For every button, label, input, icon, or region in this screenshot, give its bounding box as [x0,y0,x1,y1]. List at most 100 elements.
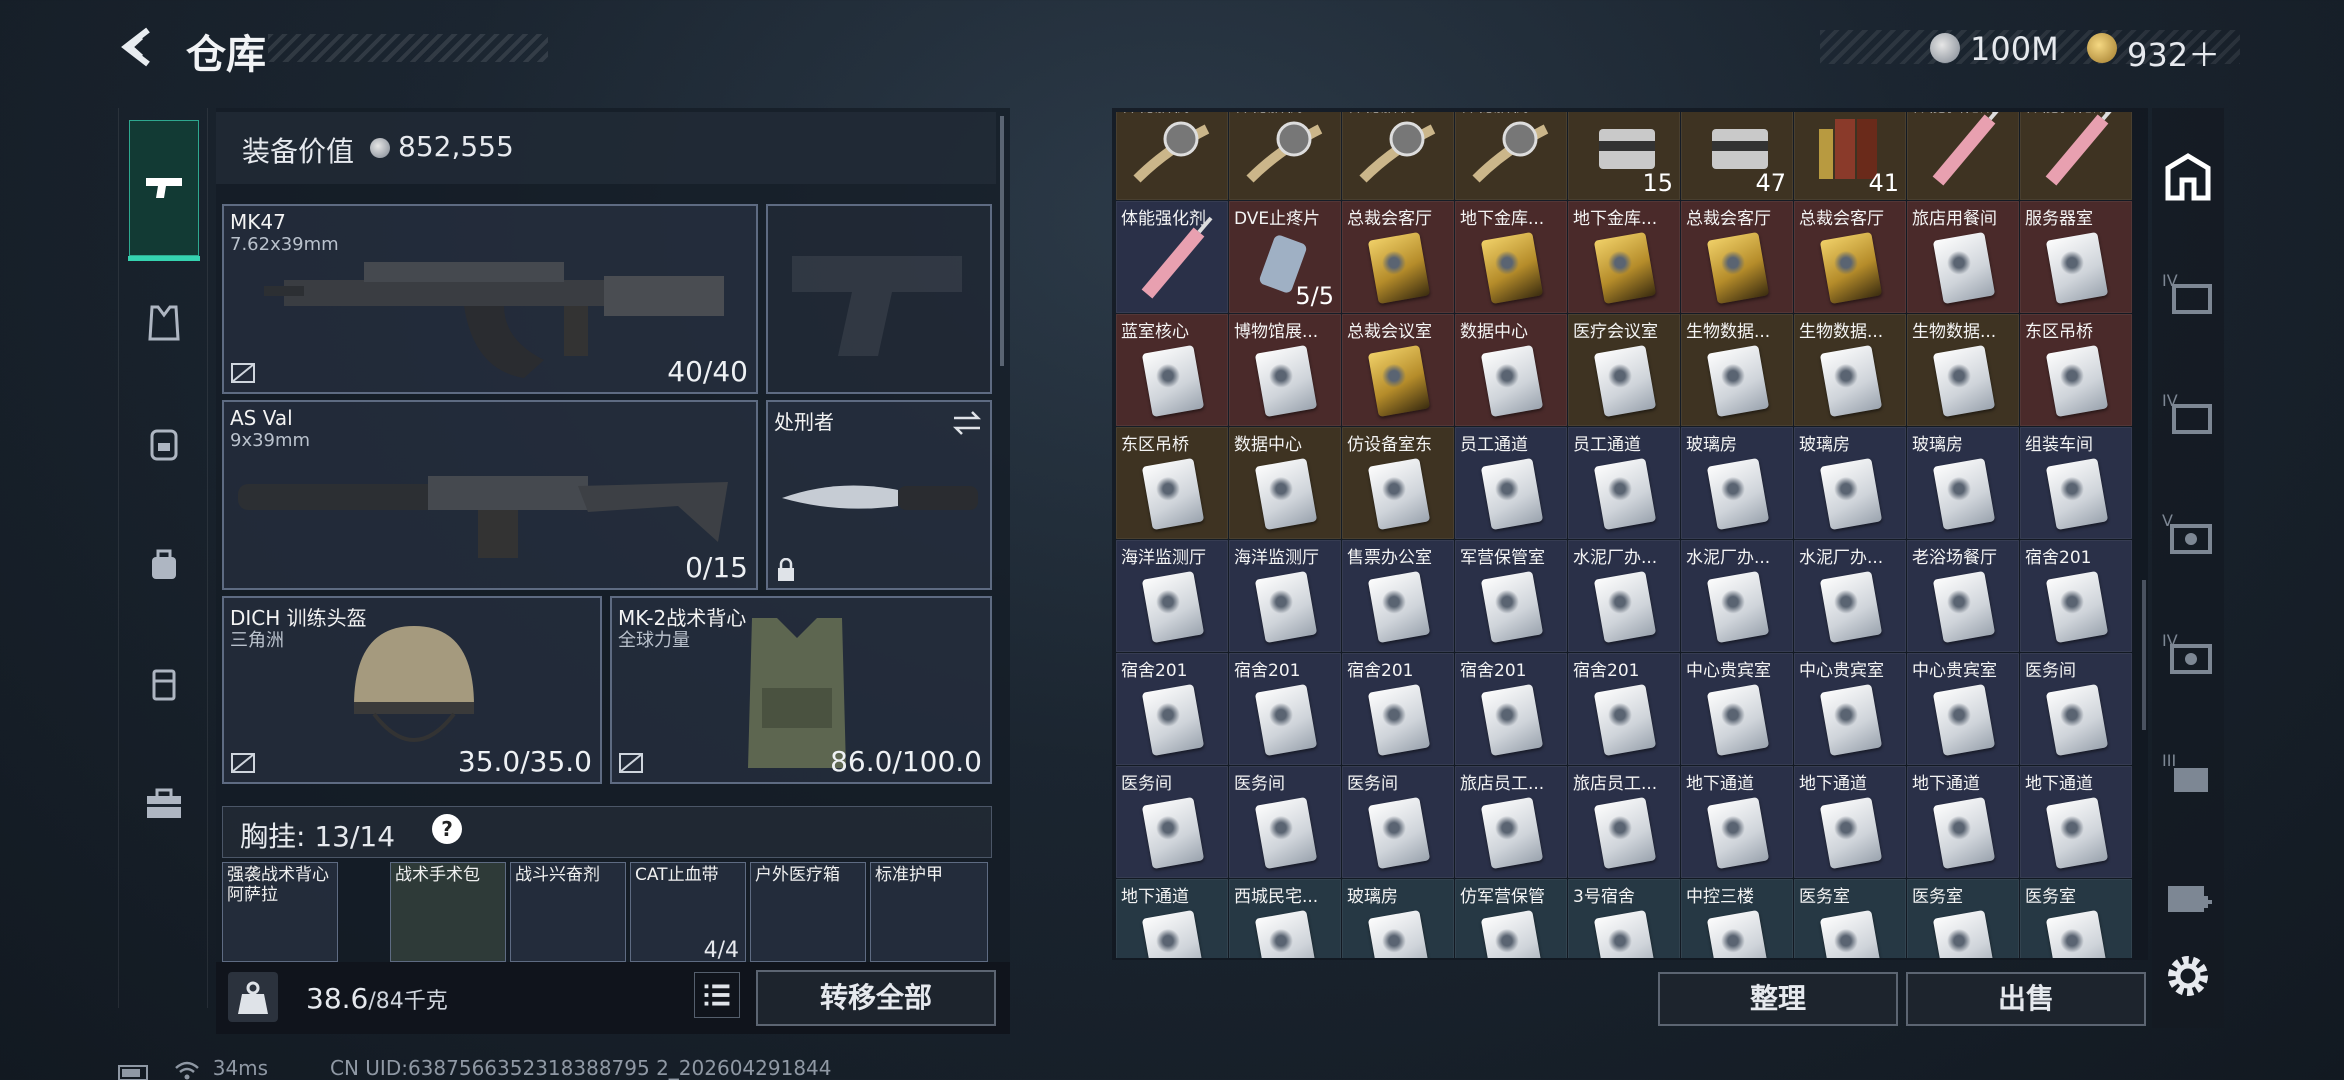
storage-item[interactable]: 体能强化剂 [2020,112,2132,200]
storage-item[interactable]: 中心贵宾室 [1794,653,1906,765]
storage-item[interactable]: 水泥厂办... [1568,540,1680,652]
gold-coin-value[interactable]: 932＋ [2127,30,2220,76]
storage-item[interactable]: 宿舍201 [2020,540,2132,652]
storage-home-icon[interactable] [2160,150,2216,206]
primary-weapon-slot[interactable]: MK47 7.62x39mm 40/40 [222,204,758,394]
storage-item[interactable]: 旅店用餐间 [1907,201,2019,313]
sell-button[interactable]: 出售 [1906,972,2146,1026]
storage-item[interactable]: 总裁会议室 [1342,314,1454,426]
chest-item-stimulant[interactable]: 战斗兴奋剂 [510,862,626,962]
loadout-scrollbar[interactable] [1000,116,1004,366]
storage-item[interactable]: 地下通道 [1116,879,1228,958]
nav-weapons-tab[interactable] [128,120,200,261]
nav-backpack-tab[interactable] [129,408,199,478]
melee-slot[interactable]: 处刑者 [766,400,992,590]
storage-item[interactable]: 3号宿舍 [1568,879,1680,958]
gear-icon[interactable] [2160,948,2216,1004]
storage-item[interactable]: 神秘胎机... [1229,112,1341,200]
storage-item[interactable]: 地下通道 [1794,766,1906,878]
storage-item[interactable]: 玻璃房 [1794,427,1906,539]
storage-item[interactable]: 医务室 [2020,879,2132,958]
storage-item[interactable]: 东区吊桥 [1116,427,1228,539]
storage-item[interactable]: 仿设备室东 [1342,427,1454,539]
storage-item[interactable]: 医务室 [1907,879,2019,958]
storage-item[interactable]: 体能强化剂 [1116,201,1228,313]
storage-item[interactable]: 神秘胎机... [1342,112,1454,200]
storage-item[interactable]: 员工通道 [1568,427,1680,539]
storage-item[interactable]: 神秘胎机... [1455,112,1567,200]
storage-item[interactable]: 中控三楼 [1681,879,1793,958]
storage-item[interactable]: 5.45x39 BT15 [1568,112,1680,200]
storage-item[interactable]: 总裁会客厅 [1794,201,1906,313]
storage-item[interactable]: 宿舍201 [1568,653,1680,765]
extension-box-icon-4[interactable]: IV [2160,266,2216,322]
storage-item[interactable]: 宿舍201 [1229,653,1341,765]
storage-grid-viewport[interactable]: 神秘胎机...神秘胎机...神秘胎机...神秘胎机...5.45x39 BT15… [1116,112,2132,958]
storage-item[interactable]: 中心贵宾室 [1907,653,2019,765]
storage-item[interactable]: 医务间 [2020,653,2132,765]
storage-item[interactable]: 水泥厂办... [1681,540,1793,652]
storage-item[interactable]: 医务间 [1342,766,1454,878]
storage-item[interactable]: 玻璃房 [1907,427,2019,539]
storage-scrollbar[interactable] [2142,580,2146,730]
safe-box-icon-5[interactable]: V [2160,506,2216,562]
storage-item[interactable]: 数据中心 [1455,314,1567,426]
storage-item[interactable]: 地下通道 [1907,766,2019,878]
storage-item[interactable]: 地下通道 [1681,766,1793,878]
storage-item[interactable]: 服务器室 [2020,201,2132,313]
storage-item[interactable]: 宿舍201 [1342,653,1454,765]
storage-item[interactable]: 5.56x45 APC41 [1794,112,1906,200]
armor-slot[interactable]: MK-2战术背心 全球力量 86.0/100.0 [610,596,992,784]
storage-item[interactable]: 玻璃房 [1342,879,1454,958]
storage-item[interactable]: 组装车间 [2020,427,2132,539]
storage-item[interactable]: 蓝室核心 [1116,314,1228,426]
storage-item[interactable]: 玻璃房 [1681,427,1793,539]
storage-item[interactable]: 数据中心 [1229,427,1341,539]
storage-item[interactable]: 中心贵宾室 [1681,653,1793,765]
swap-icon[interactable] [952,410,982,436]
medical-box-icon[interactable] [2160,866,2216,922]
storage-item[interactable]: 医疗会议室 [1568,314,1680,426]
storage-item[interactable]: 宿舍201 [1455,653,1567,765]
storage-item[interactable]: 总裁会客厅 [1342,201,1454,313]
secondary-weapon-slot[interactable]: AS Val 9x39mm 0/15 [222,400,758,590]
back-icon[interactable] [118,26,160,68]
extension-box-icon-4b[interactable]: IV [2160,386,2216,442]
storage-item[interactable]: 生物数据... [1907,314,2019,426]
storage-item[interactable]: 神秘胎机... [1116,112,1228,200]
helmet-slot[interactable]: DICH 训练头盔 三角洲 35.0/35.0 [222,596,602,784]
storage-item[interactable]: 旅店员工... [1455,766,1567,878]
storage-item[interactable]: 军营保管室 [1455,540,1567,652]
storage-item[interactable]: 员工通道 [1455,427,1567,539]
storage-item[interactable]: 博物馆展... [1229,314,1341,426]
storage-item[interactable]: 地下金库... [1455,201,1567,313]
storage-item[interactable]: 东区吊桥 [2020,314,2132,426]
tool-box-icon-3[interactable]: III [2160,746,2216,802]
storage-item[interactable]: 老浴场餐厅 [1907,540,2019,652]
storage-item[interactable]: 宿舍201 [1116,653,1228,765]
storage-item[interactable]: 地下通道 [2020,766,2132,878]
storage-item[interactable]: 生物数据... [1681,314,1793,426]
storage-item[interactable]: 西城民宅... [1229,879,1341,958]
chest-item-surgery-kit[interactable]: 战术手术包 [390,862,506,962]
sort-button[interactable]: 整理 [1658,972,1898,1026]
chest-item-tourniquet[interactable]: CAT止血带 4/4 [630,862,746,963]
storage-item[interactable]: 海洋监测厅 [1229,540,1341,652]
chest-item-medkit[interactable]: 户外医疗箱 [750,862,866,962]
storage-item[interactable]: 体能强化剂 [1907,112,2019,200]
chest-item-armor-plate[interactable]: 标准护甲 [870,862,988,962]
storage-item[interactable]: 仿军营保管 [1455,879,1567,958]
storage-item[interactable]: 旅店员工... [1568,766,1680,878]
nav-bag-tab[interactable] [129,528,199,598]
transfer-all-button[interactable]: 转移全部 [756,970,996,1026]
nav-armor-tab[interactable] [129,288,199,358]
storage-item[interactable]: 售票办公室 [1342,540,1454,652]
storage-item[interactable]: DVE止疼片 5/5 [1229,201,1341,313]
silver-coin-value[interactable]: 100M [1970,30,2059,68]
list-icon[interactable] [694,972,740,1018]
pistol-slot-empty[interactable] [766,204,992,394]
storage-item[interactable]: 水泥厂办... [1794,540,1906,652]
storage-item[interactable]: 总裁会客厅 [1681,201,1793,313]
storage-item[interactable]: 5.45x39 BT47 [1681,112,1793,200]
storage-item[interactable]: 地下金库... [1568,201,1680,313]
